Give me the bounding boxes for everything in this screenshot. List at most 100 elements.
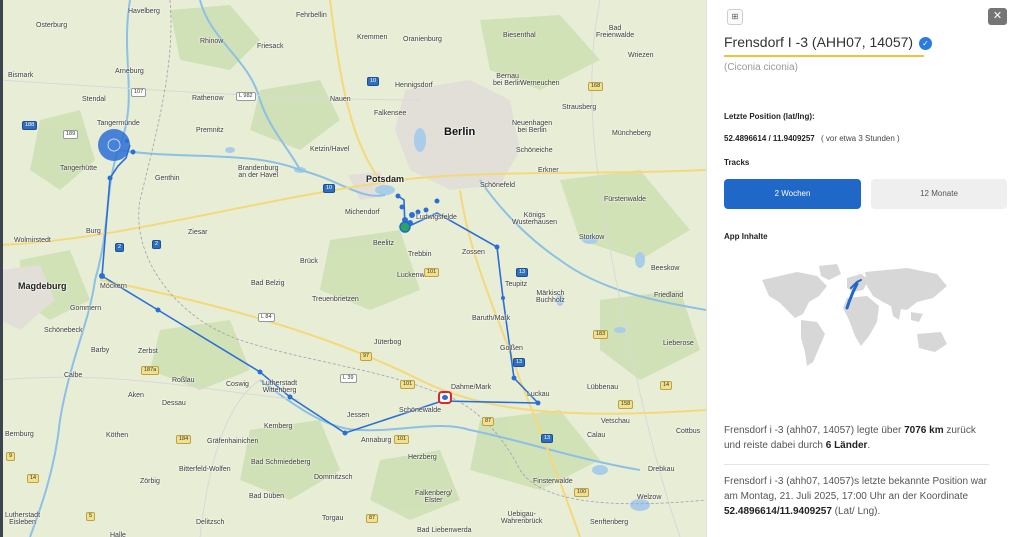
city-label: Erkner [538,167,559,174]
city-label: Wolmirstedt [14,237,51,244]
city-label: Golßen [500,345,523,352]
city-label: Kemberg [264,423,293,430]
city-label: Osterburg [36,22,68,29]
animal-title: Frensdorf I -3 (AHH07, 14057) ✓ [724,34,932,50]
coordinates-text: 52.4896614 / 11.9409257 [724,134,815,143]
city-label: Aken [128,392,144,399]
current-marker[interactable] [438,391,452,404]
road-shield: 2 [152,240,162,249]
country-count: 6 Länder [825,440,868,451]
city-label: Bismark [8,72,34,79]
city-label: Möckern [100,283,127,290]
city-label: Falkensee [374,110,407,117]
city-label: Wriezen [628,52,654,59]
road-shield: 188 [22,121,38,130]
city-label: Treuenbrietzen [312,296,359,303]
city-label: Beeskow [651,265,680,272]
city-label: Magdeburg [18,281,67,291]
road-shield: 2 [115,243,125,252]
tab-2-weeks[interactable]: 2 Wochen [724,179,861,209]
city-label: Berlin [444,126,476,138]
road-shield: 13 [516,268,529,277]
city-label: Friedland [654,292,684,299]
position-summary-coord: 52.4896614/11.9409257 [724,506,832,517]
city-label: Vetschau [601,418,630,425]
city-label: Falkenberg/Elster [415,490,452,504]
city-label: Bad Liebenwerda [417,527,472,534]
verified-badge-icon: ✓ [918,37,932,50]
city-label: Annaburg [361,437,392,444]
city-label: Dommitzsch [314,474,353,481]
city-label: Herzberg [408,454,437,461]
city-label: Gommern [70,305,102,312]
distance-summary: Frensdorf i -3 (ahh07, 14057) legte über… [724,423,992,453]
road-shield: 183 [593,330,609,339]
city-label: Coswig [226,381,249,388]
city-label: Jessen [347,412,370,419]
city-label: Drebkau [648,466,675,473]
species-name: (Ciconia ciconia) [724,62,798,73]
app-content-label: App Inhalte [724,232,768,241]
city-label: Delitzsch [196,519,225,526]
city-label: Lieberose [663,340,694,347]
city-label: Tangerhütte [60,165,97,172]
city-label: Bad Belzig [251,280,285,287]
city-label: Calbe [64,372,83,379]
city-label: Torgau [322,515,344,522]
city-label: Schönefeld [480,182,516,189]
latest-position-dot [399,221,411,233]
city-label: Premnitz [196,127,224,134]
road-shield: 97 [360,352,373,361]
city-label: Nauen [330,96,351,103]
city-label: Michendorf [345,209,380,216]
track-layer [98,129,541,436]
city-label: Bernau bei Berlin [493,73,523,87]
road-shield: 101 [400,380,416,389]
city-label: Ludwigsfelde [416,214,457,221]
city-label: Finsterwalde [533,478,573,485]
road-shield: 5 [86,512,96,521]
city-label: Bad Düben [249,493,285,500]
road-shield: 9 [6,452,16,461]
animal-name: Frensdorf I -3 (AHH07, 14057) [724,34,914,50]
time-ago: ( vor etwa 3 Stunden ) [821,134,900,143]
city-label: Werneuchen [520,80,560,87]
close-button[interactable]: ✕ [988,8,1007,25]
city-label: Havelberg [128,8,160,15]
city-label: Ziesar [188,229,208,236]
road-shield: 101 [424,268,440,277]
city-label: Bad Schmiedeberg [251,459,311,466]
city-label: Märkisch Buchholz [536,290,565,304]
city-label: Storkow [579,234,605,241]
city-label: Ketzin/Havel [310,146,350,153]
summary-text-c: . [867,440,871,451]
city-label: Königs Wusterhausen [512,212,558,226]
road-shield: 10 [367,77,380,86]
city-label: Schönebeck [44,327,83,334]
city-label: Jüterbog [374,339,402,346]
city-label: Lutherstadt Wittenberg [262,380,298,394]
city-label: Dessau [162,400,186,407]
divider [724,464,989,465]
last-position-label: Letzte Position (lat/lng): [724,112,815,121]
city-label: Biesenthal [503,32,536,39]
city-label: Uebigau- Wahrenbrück [501,511,543,525]
road-shield: 13 [513,358,526,367]
animal-detail-panel: ⊞ ✕ Frensdorf I -3 (AHH07, 14057) ✓ (Cic… [706,0,1024,537]
position-summary-a: Frensdorf i -3 (ahh07, 14057)s letzte be… [724,476,987,502]
city-label: Köthen [106,432,129,439]
road-shield: 189 [63,130,79,139]
road-shield: 187a [141,366,160,375]
road-shield: 168 [588,82,604,91]
expand-icon[interactable]: ⊞ [727,9,743,25]
city-label: Potsdam [366,174,405,184]
city-label: Rathenow [192,95,224,102]
tab-12-months[interactable]: 12 Monate [871,179,1007,209]
city-label: Schönewalde [399,407,442,414]
city-label: Stendal [82,96,106,103]
city-label: Arneburg [115,68,144,75]
road-shield: L 84 [258,313,275,322]
city-label: Burg [86,228,101,235]
map-view[interactable]: Berlin Magdeburg Potsdam Havelberg Fehrbelli… [0,0,706,537]
city-label: Dahme/Mark [451,384,492,391]
